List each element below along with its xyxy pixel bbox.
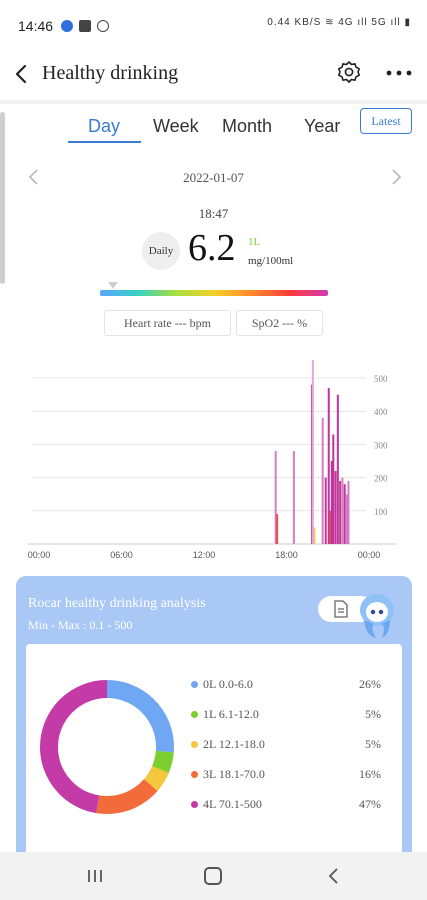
message-icon <box>79 20 92 32</box>
chart-bar <box>334 470 337 544</box>
legend-percent: 47% <box>359 797 381 811</box>
legend-label: 2L 12.1-18.0 <box>203 737 265 751</box>
analysis-title: Rocar healthy drinking analysis <box>28 596 206 611</box>
legend-item-2l: 2L 12.1-18.0 5% <box>191 737 401 757</box>
legend-label: 3L 18.1-70.0 <box>203 767 265 781</box>
drinking-bar-chart: 500 400 300 200 100 00:00 06:00 12:00 18:00 00:00 <box>28 360 396 560</box>
header-divider <box>0 100 427 104</box>
x-tick-label: 00:00 <box>358 550 381 560</box>
analysis-content: 0L 0.0-6.0 26% 1L 6.1-12.0 5% 2L 12.1-18… <box>26 644 402 866</box>
tab-year[interactable]: Year <box>304 116 340 137</box>
x-tick-label: 06:00 <box>110 550 133 560</box>
latest-button[interactable]: Latest <box>360 108 412 134</box>
level-donut-chart <box>40 680 174 814</box>
recents-button[interactable] <box>84 866 106 886</box>
chart-bar <box>292 451 295 544</box>
legend-dot <box>191 681 198 688</box>
analysis-card: Rocar healthy drinking analysis Min - Ma… <box>16 576 412 866</box>
spo2-pill: SpO2 --- % <box>236 310 323 336</box>
legend-percent: 5% <box>365 707 381 721</box>
chart-bar <box>324 477 327 544</box>
x-tick-label: 12:00 <box>193 550 216 560</box>
y-tick-label: 300 <box>374 440 388 450</box>
level-marker <box>108 282 118 289</box>
chart-bar <box>276 514 279 544</box>
reading-level: 1L <box>248 236 261 248</box>
legend-dot <box>191 711 198 718</box>
legend-label: 1L 6.1-12.0 <box>203 707 259 721</box>
more-dots-icon <box>386 70 412 76</box>
reading-unit: mg/100ml <box>248 255 294 267</box>
legend-dot <box>191 801 198 808</box>
level-gradient-bar <box>100 290 328 296</box>
selected-date: 2022-01-07 <box>183 170 244 185</box>
page-title: Healthy drinking <box>42 62 179 84</box>
chart-bar <box>321 417 324 544</box>
legend-item-1l: 1L 6.1-12.0 5% <box>191 707 401 727</box>
recents-icon <box>88 870 102 882</box>
legend-dot <box>191 771 198 778</box>
analysis-range: Min - Max : 0.1 - 500 <box>28 618 133 632</box>
legend-percent: 26% <box>359 677 381 691</box>
tab-month[interactable]: Month <box>222 116 272 137</box>
legend-label: 4L 70.1-500 <box>203 797 262 811</box>
home-button[interactable] <box>204 867 222 885</box>
legend-percent: 16% <box>359 767 381 781</box>
chevron-left-icon <box>15 64 27 84</box>
y-tick-label: 200 <box>374 474 388 484</box>
legend-dot <box>191 741 198 748</box>
chart-bar <box>332 434 335 544</box>
system-nav-bar <box>0 852 427 900</box>
active-tab-indicator <box>68 141 141 143</box>
daily-badge: Daily <box>142 232 180 270</box>
reading-time: 18:47 <box>198 206 229 221</box>
chart-bar <box>343 484 346 544</box>
legend-item-0l: 0L 0.0-6.0 26% <box>191 677 401 697</box>
chart-bar <box>347 480 350 544</box>
x-tick-label: 18:00 <box>275 550 298 560</box>
back-button[interactable] <box>10 60 34 88</box>
chart-bar <box>336 394 339 544</box>
tab-week[interactable]: Week <box>153 116 199 137</box>
legend-item-3l: 3L 18.1-70.0 16% <box>191 767 401 787</box>
y-tick-label: 100 <box>374 507 388 517</box>
status-indicators: 0.44 KB/S ≋ 4G ıll 5G ıll ▮ <box>267 17 411 28</box>
reading-value: 6.2 <box>188 227 236 269</box>
chart-bar <box>311 360 314 544</box>
heart-rate-pill: Heart rate --- bpm <box>104 310 231 336</box>
more-options-button[interactable] <box>384 60 414 86</box>
blocked-icon <box>97 20 110 32</box>
legend-item-4l: 4L 70.1-500 47% <box>191 797 401 817</box>
y-tick-label: 400 <box>374 407 388 417</box>
legend-label: 0L 0.0-6.0 <box>203 677 253 691</box>
system-back-button[interactable] <box>326 864 342 888</box>
status-bar: 14:46 0.44 KB/S ≋ 4G ıll 5G ıll ▮ <box>0 0 427 52</box>
chevron-right-icon <box>392 169 402 185</box>
x-tick-label: 00:00 <box>28 550 51 560</box>
next-date-button[interactable] <box>386 164 406 190</box>
status-time: 14:46 <box>18 18 54 34</box>
chart-bar <box>341 477 344 544</box>
gear-icon <box>338 61 360 83</box>
y-tick-label: 500 <box>374 374 388 384</box>
chart-bar <box>339 480 342 544</box>
notification-icon <box>61 20 74 32</box>
tab-day[interactable]: Day <box>88 116 120 137</box>
settings-button[interactable] <box>336 60 362 86</box>
legend-percent: 5% <box>365 737 381 751</box>
back-icon <box>328 868 338 884</box>
app-bar: Healthy drinking <box>0 52 427 96</box>
mascot-icon <box>360 594 394 638</box>
